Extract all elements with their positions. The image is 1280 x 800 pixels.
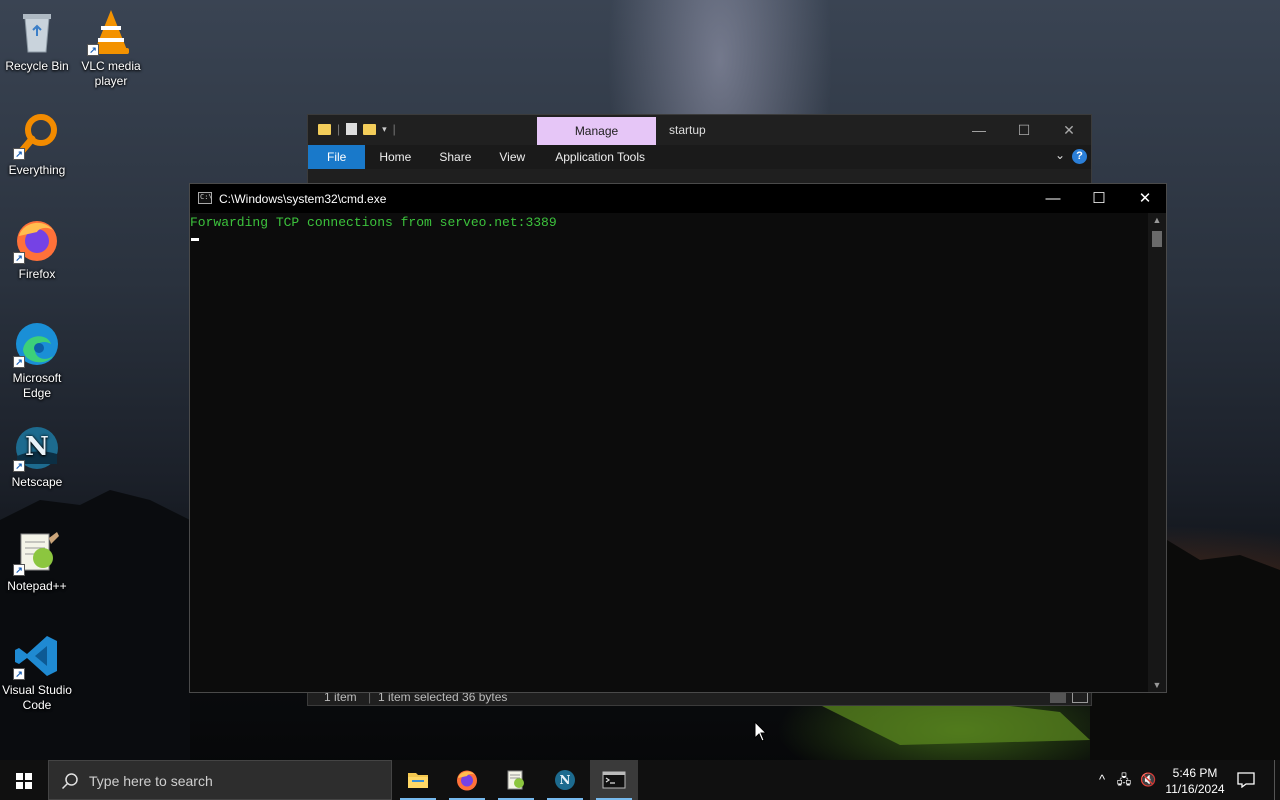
taskbar-app-notepad-plus-plus[interactable] (492, 760, 540, 800)
properties-icon[interactable] (346, 123, 358, 135)
folder-icon[interactable] (318, 123, 331, 135)
shortcut-arrow-icon: ↗ (13, 668, 25, 680)
shortcut-arrow-icon: ↗ (13, 460, 25, 472)
console-line: Forwarding TCP connections from serveo.n… (190, 215, 557, 230)
shortcut-arrow-icon: ↗ (13, 356, 25, 368)
search-icon (61, 773, 78, 790)
taskbar-app-firefox[interactable] (443, 760, 491, 800)
shortcut-arrow-icon: ↗ (13, 564, 25, 576)
vertical-scrollbar[interactable]: ▲ ▼ (1148, 213, 1166, 692)
cmd-window-title: C:\Windows\system32\cmd.exe (219, 192, 387, 206)
everything-search-icon: ↗ (13, 112, 61, 160)
desktop-icon-netscape[interactable]: N ↗ Netscape (0, 424, 74, 490)
desktop-icon-recycle-bin[interactable]: Recycle Bin (0, 8, 74, 74)
desktop-icon-firefox[interactable]: ↗ Firefox (0, 216, 74, 282)
netscape-icon: N (555, 770, 575, 790)
windows-logo-icon (16, 773, 32, 789)
tab-view[interactable]: View (485, 145, 539, 169)
customize-toolbar-icon[interactable]: ▾ (382, 124, 387, 135)
command-prompt-window[interactable]: C:\ C:\Windows\system32\cmd.exe — ☐ ✕ Fo… (189, 183, 1167, 693)
network-icon[interactable]: 🖧 (1116, 772, 1132, 788)
desktop-icon-everything[interactable]: ↗ Everything (0, 112, 74, 178)
taskbar-app-netscape[interactable]: N (541, 760, 589, 800)
close-icon[interactable]: ✕ (1046, 115, 1092, 145)
scroll-up-icon[interactable]: ▲ (1148, 213, 1166, 227)
taskbar-search-box[interactable]: Type here to search (48, 760, 392, 800)
desktop-icon-edge[interactable]: ↗ Microsoft Edge (0, 320, 74, 401)
maximize-icon[interactable]: ☐ (1076, 184, 1122, 213)
show-desktop-button[interactable] (1274, 760, 1280, 800)
shortcut-arrow-icon: ↗ (13, 252, 25, 264)
desktop-icon-vscode[interactable]: ↗ Visual Studio Code (0, 632, 74, 713)
taskbar-app-file-explorer[interactable] (394, 760, 442, 800)
clock-date: 11/16/2024 (1165, 782, 1225, 796)
console-output[interactable]: Forwarding TCP connections from serveo.n… (190, 213, 1148, 692)
system-tray: ^ 🖧 🔇 (1090, 760, 1160, 800)
search-placeholder: Type here to search (89, 773, 213, 789)
separator: | (392, 122, 396, 136)
notepad-plus-plus-icon (507, 770, 524, 790)
firefox-icon (457, 770, 477, 791)
volume-muted-icon[interactable]: 🔇 (1140, 772, 1156, 788)
scroll-down-icon[interactable]: ▼ (1148, 678, 1166, 692)
cmd-title-bar[interactable]: C:\ C:\Windows\system32\cmd.exe — ☐ ✕ (190, 184, 1166, 213)
desktop-icon-notepad-plus-plus[interactable]: ↗ Notepad++ (0, 528, 74, 594)
explorer-ribbon: File Home Share View Application Tools ⌄… (308, 145, 1091, 169)
edge-icon: ↗ (13, 320, 61, 368)
firefox-icon: ↗ (13, 216, 61, 264)
recycle-bin-icon (13, 8, 61, 56)
separator: | (337, 122, 341, 136)
notepad-plus-plus-icon: ↗ (13, 528, 61, 576)
shortcut-arrow-icon: ↗ (13, 148, 25, 160)
netscape-icon: N ↗ (13, 424, 61, 472)
tab-home[interactable]: Home (365, 145, 425, 169)
tab-share[interactable]: Share (425, 145, 485, 169)
minimize-icon[interactable]: — (1030, 184, 1076, 213)
scrollbar-thumb[interactable] (1152, 231, 1162, 247)
text-cursor (191, 238, 199, 241)
cmd-icon: C:\ (198, 192, 213, 204)
svg-text:N: N (25, 432, 49, 462)
desktop-icon-vlc[interactable]: ↗ VLC media player (74, 8, 148, 89)
taskbar-clock[interactable]: 5:46 PM 11/16/2024 (1160, 765, 1230, 797)
clock-time: 5:46 PM (1172, 766, 1218, 780)
vlc-icon: ↗ (87, 8, 135, 56)
close-icon[interactable]: ✕ (1122, 184, 1168, 213)
explorer-window-title: startup (669, 123, 706, 137)
chevron-up-icon[interactable]: ^ (1094, 772, 1110, 788)
mouse-pointer-icon (754, 721, 768, 742)
taskbar: Type here to search N ^ 🖧 🔇 5:46 PM 11/1… (0, 760, 1280, 800)
cmd-icon (602, 771, 626, 789)
svg-text:N: N (560, 773, 571, 787)
start-button[interactable] (0, 760, 48, 800)
shortcut-arrow-icon: ↗ (87, 44, 99, 56)
vscode-icon: ↗ (13, 632, 61, 680)
minimize-icon[interactable]: — (956, 115, 1002, 145)
new-folder-icon[interactable] (363, 123, 377, 135)
maximize-icon[interactable]: ☐ (1001, 115, 1047, 145)
quick-access-toolbar: | ▾ | (318, 122, 396, 136)
expand-ribbon-icon[interactable]: ⌄ (1055, 148, 1065, 162)
tab-application-tools[interactable]: Application Tools (539, 145, 659, 169)
tab-file[interactable]: File (308, 145, 366, 169)
help-icon[interactable]: ? (1072, 149, 1087, 164)
notification-center-icon[interactable] (1236, 772, 1256, 788)
file-explorer-icon (408, 773, 428, 788)
taskbar-app-command-prompt[interactable] (590, 760, 638, 800)
explorer-title-bar[interactable]: | ▾ | Manage startup — ☐ ✕ (308, 115, 1091, 145)
manage-context-tab[interactable]: Manage (537, 117, 656, 145)
